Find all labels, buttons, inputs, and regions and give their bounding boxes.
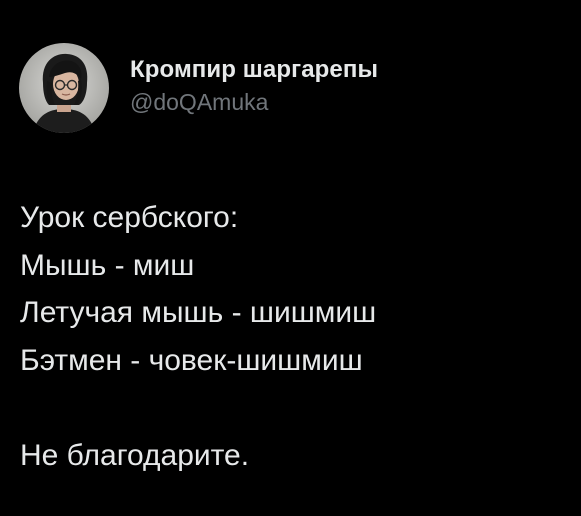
user-handle[interactable]: @doQAmuka	[130, 87, 378, 117]
tweet-header: Кромпир шаргарепы @doQAmuka	[19, 40, 378, 135]
tweet: Кромпир шаргарепы @doQAmuka Урок сербско…	[0, 0, 581, 516]
tweet-line: Не благодарите.	[20, 438, 250, 472]
tweet-line: Бэтмен - човек-шишмиш	[20, 343, 363, 377]
tweet-line: Урок сербского:	[20, 201, 239, 234]
tweet-line: Мышь - миш	[20, 248, 195, 282]
display-name[interactable]: Кромпир шаргарепы	[130, 55, 378, 85]
tweet-text: Урок сербского: Мышь - миш Летучая мышь …	[20, 194, 565, 479]
avatar-image	[19, 42, 109, 133]
tweet-line: Летучая мышь - шишмиш	[20, 296, 377, 329]
avatar[interactable]	[19, 42, 109, 133]
author-names: Кромпир шаргарепы @doQAmuka	[130, 55, 378, 117]
